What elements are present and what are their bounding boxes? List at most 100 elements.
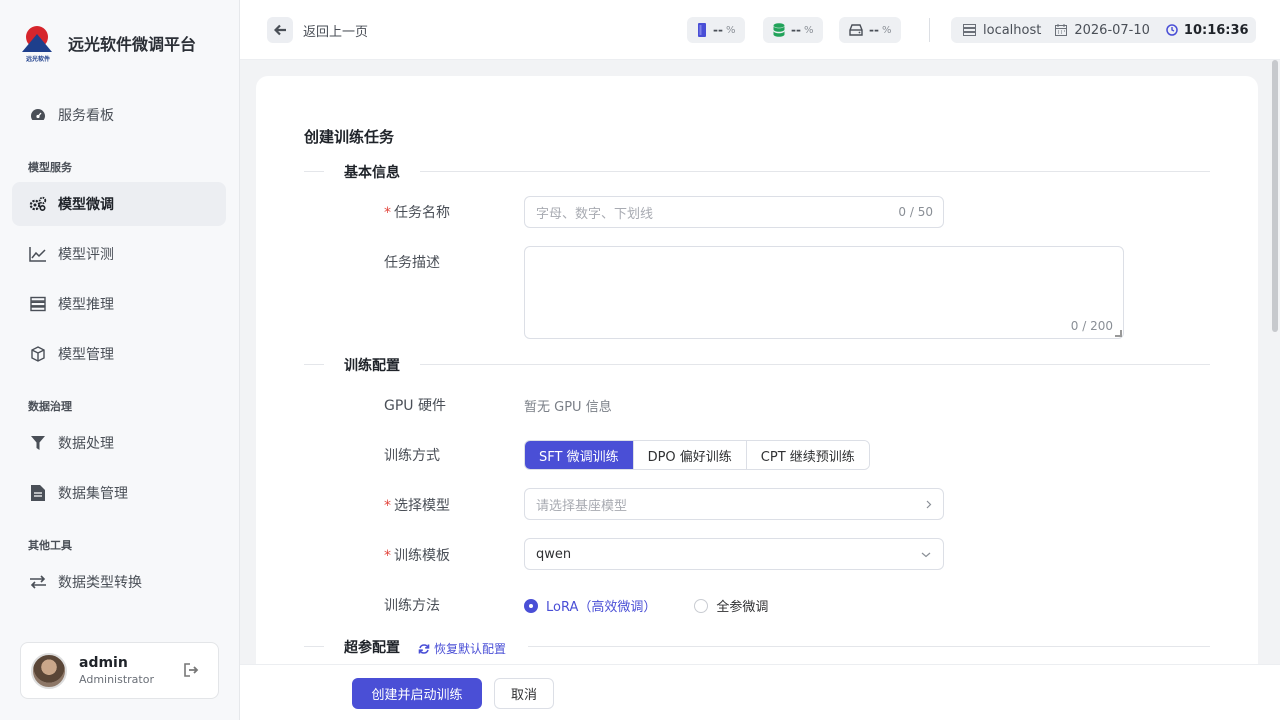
sidebar-item-label: 数据处理	[58, 436, 114, 452]
gauge-icon	[28, 105, 48, 125]
nav-section-data-governance: 数据治理	[28, 400, 72, 413]
action-bar: 创建并启动训练 取消	[240, 664, 1280, 720]
memory-icon	[698, 23, 706, 37]
task-desc-textarea[interactable]: 0 / 200	[524, 246, 1124, 339]
logo-caption: 远光软件	[25, 56, 50, 63]
system-info-chip: localhost 2026-07-10 10:16:36	[951, 17, 1256, 43]
current-date: 2026-07-10	[1074, 22, 1150, 38]
model-placeholder: 请选择基座模型	[536, 498, 628, 514]
database-unit: %	[803, 24, 814, 36]
train-mode-label: 训练方式	[384, 448, 440, 464]
sidebar-item-inference[interactable]: 模型推理	[12, 282, 226, 326]
train-mode-sft[interactable]: SFT 微调训练	[525, 441, 633, 469]
section-label: 训练配置	[344, 358, 400, 374]
task-name-counter: 0 / 50	[898, 205, 933, 219]
reset-default-label: 恢复默认配置	[434, 642, 507, 656]
back-button[interactable]	[267, 17, 293, 43]
topbar: 返回上一页 -- % -- % -- % localhost 2026-07-1…	[240, 0, 1280, 60]
page-scrollbar[interactable]	[1272, 60, 1278, 332]
train-mode-group: SFT 微调训练 DPO 偏好训练 CPT 继续预训练	[524, 440, 870, 470]
section-label: 超参配置	[344, 640, 400, 656]
user-card[interactable]: admin Administrator	[20, 642, 219, 699]
file-icon	[28, 483, 48, 503]
cancel-button[interactable]: 取消	[494, 678, 554, 709]
server-icon	[963, 24, 976, 36]
disk-unit: %	[881, 24, 892, 36]
logout-icon[interactable]	[184, 663, 200, 679]
sidebar-item-label: 模型管理	[58, 347, 114, 363]
sidebar-item-dashboard[interactable]: 服务看板	[12, 93, 226, 137]
gears-icon	[28, 194, 48, 214]
user-role: Administrator	[79, 673, 154, 686]
model-select[interactable]: 请选择基座模型	[524, 488, 944, 520]
line-chart-icon	[28, 244, 48, 264]
template-value: qwen	[536, 546, 572, 562]
train-mode-dpo[interactable]: DPO 偏好训练	[632, 441, 746, 469]
task-name-input[interactable]: 字母、数字、下划线 0 / 50	[524, 196, 944, 228]
database-usage-chip: -- %	[763, 17, 824, 43]
host-name: localhost	[983, 22, 1042, 38]
arrow-left-icon	[273, 24, 286, 36]
train-mode-cpt[interactable]: CPT 继续预训练	[745, 441, 869, 469]
task-desc-label: 任务描述	[384, 255, 440, 271]
page-title: 创建训练任务	[304, 128, 395, 146]
sidebar-item-convert[interactable]: 数据类型转换	[12, 560, 226, 604]
logo: 远光软件	[22, 24, 54, 63]
disk-usage-chip: -- %	[839, 17, 902, 43]
swap-icon	[28, 572, 48, 592]
chevron-down-icon	[921, 552, 931, 558]
calendar-icon	[1055, 24, 1068, 36]
reset-default-button[interactable]: 恢复默认配置	[418, 640, 506, 657]
template-select[interactable]: qwen	[524, 538, 944, 570]
sidebar-item-label: 模型推理	[58, 297, 114, 313]
server-icon	[28, 294, 48, 314]
task-name-placeholder: 字母、数字、下划线	[536, 206, 654, 222]
gpu-value: 暂无 GPU 信息	[524, 400, 612, 415]
task-desc-counter: 0 / 200	[1070, 319, 1113, 333]
gpu-label: GPU 硬件	[384, 398, 446, 414]
memory-unit: %	[725, 24, 736, 36]
disk-icon	[849, 24, 863, 36]
database-icon	[773, 23, 785, 37]
back-label[interactable]: 返回上一页	[303, 21, 368, 40]
resize-handle-icon[interactable]	[1115, 330, 1122, 337]
cube-icon	[28, 344, 48, 364]
sidebar-item-finetune[interactable]: 模型微调	[12, 182, 226, 226]
radio-lora-label[interactable]: LoRA（高效微调）	[546, 596, 656, 615]
avatar	[31, 652, 67, 689]
section-label: 基本信息	[344, 165, 400, 181]
disk-value: --	[869, 23, 879, 37]
section-basic-info: 基本信息	[304, 161, 1210, 181]
section-training-config: 训练配置	[304, 354, 1210, 374]
radio-lora[interactable]	[524, 598, 538, 613]
database-value: --	[791, 23, 801, 37]
method-radio-group: LoRA（高效微调） 全参微调	[524, 596, 806, 615]
create-task-card: 创建训练任务 基本信息 * 任务名称 字母、数字、下划线 0 / 50 任务描述 …	[256, 76, 1258, 720]
filter-icon	[28, 433, 48, 453]
refresh-icon	[418, 643, 430, 654]
brand[interactable]: 远光软件 远光软件微调平台	[22, 24, 197, 63]
sidebar-item-label: 模型评测	[58, 247, 114, 263]
topbar-divider	[929, 18, 930, 42]
sidebar-item-dataset-manage[interactable]: 数据集管理	[12, 471, 226, 515]
clock-icon	[1166, 24, 1178, 36]
memory-usage-chip: -- %	[687, 17, 746, 43]
sidebar-item-data-process[interactable]: 数据处理	[12, 421, 226, 465]
current-time: 10:16:36	[1183, 22, 1249, 38]
sidebar-item-manage[interactable]: 模型管理	[12, 332, 226, 376]
nav-section-model-service: 模型服务	[28, 161, 72, 174]
user-name: admin	[79, 655, 128, 671]
memory-value: --	[713, 23, 723, 37]
sidebar-item-label: 服务看板	[58, 108, 114, 124]
template-label: * 训练模板	[384, 548, 450, 564]
radio-full[interactable]	[694, 598, 709, 613]
nav-section-other-tools: 其他工具	[28, 539, 72, 552]
radio-full-label[interactable]: 全参微调	[716, 596, 768, 615]
sidebar-item-evaluate[interactable]: 模型评测	[12, 232, 226, 276]
sidebar: 远光软件 远光软件微调平台 服务看板 模型服务 模型微调 模型评测 模型推理 模…	[0, 0, 240, 720]
sidebar-item-label: 数据集管理	[58, 486, 128, 502]
create-start-button[interactable]: 创建并启动训练	[352, 678, 482, 709]
chevron-right-icon	[926, 500, 932, 509]
method-label: 训练方法	[384, 598, 440, 614]
app-title: 远光软件微调平台	[68, 35, 197, 54]
